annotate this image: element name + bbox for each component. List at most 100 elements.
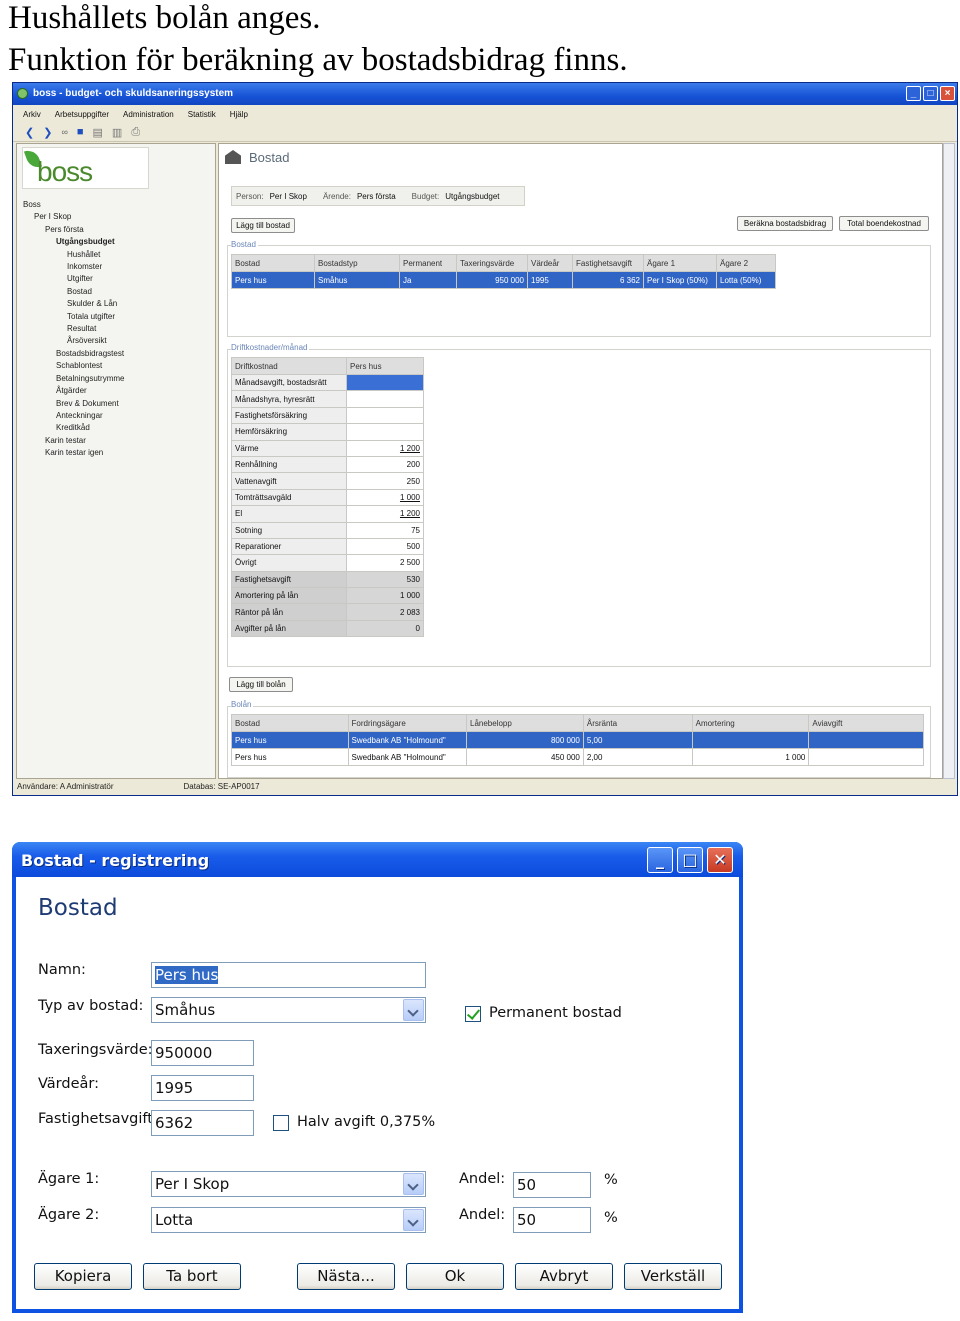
loan-column-header[interactable]: Årsränta [582, 714, 693, 732]
tax-value-field[interactable]: 950000 [151, 1040, 254, 1066]
tree-item[interactable]: Åtgärder [23, 385, 124, 397]
housing-type-select[interactable]: Småhus [151, 997, 426, 1023]
property-fee-field[interactable]: 6362 [151, 1110, 254, 1136]
glasses-icon[interactable]: ∞ [61, 127, 67, 137]
name-field[interactable]: Pers hus [151, 962, 426, 988]
tree-item[interactable]: Brev & Dokument [23, 398, 124, 410]
print-icon[interactable]: ▤ [93, 126, 103, 139]
cost-value[interactable]: 250 [346, 472, 424, 490]
next-button[interactable]: Nästa... [297, 1263, 395, 1290]
back-arrow-icon[interactable]: ❮ [25, 126, 34, 139]
forward-arrow-icon[interactable]: ❯ [43, 126, 52, 139]
loan-column-header[interactable]: Fordringsägare [347, 714, 468, 732]
permanent-checkbox[interactable] [465, 1006, 481, 1022]
tree-item[interactable]: Anteckningar [23, 410, 124, 422]
cost-value[interactable]: 2 083 [346, 603, 424, 621]
minimize-icon[interactable]: _ [906, 86, 921, 101]
tree-item[interactable]: Betalningsutrymme [23, 373, 124, 385]
tree-item[interactable]: Utgångsbudget [23, 236, 124, 248]
housing-column-header[interactable]: Permanent [399, 254, 457, 272]
maximize-icon[interactable]: □ [923, 86, 938, 101]
cost-value[interactable]: 0 [346, 619, 424, 638]
cost-value[interactable] [346, 390, 424, 408]
printer-icon[interactable]: ⎙ [131, 126, 140, 139]
cost-value[interactable]: 75 [346, 521, 424, 539]
cost-value[interactable]: 1 200 [346, 505, 424, 523]
tree-item[interactable]: Boss [23, 199, 124, 211]
tree-item[interactable]: Karin testar igen [23, 447, 124, 459]
cost-value[interactable]: 1 200 [346, 439, 424, 457]
cost-value[interactable]: 200 [346, 455, 424, 474]
housing-column-header[interactable]: Värdeår [527, 254, 573, 272]
tree-item[interactable]: Totala utgifter [23, 311, 124, 323]
loan-column-header[interactable]: Amortering [691, 714, 810, 732]
housing-row[interactable]: Pers hus Småhus Ja 950 000 1995 6 362 Per I Sk… [231, 271, 776, 289]
menu-statistik[interactable]: Statistik [188, 110, 216, 119]
chevron-down-icon[interactable] [403, 1173, 424, 1195]
total-cost-button[interactable]: Total boendekostnad [839, 216, 929, 231]
loan-cell: 800 000 [466, 731, 584, 749]
apply-button[interactable]: Verkställ [624, 1263, 722, 1290]
tree-item[interactable]: Årsöversikt [23, 335, 124, 347]
menu-administration[interactable]: Administration [123, 110, 174, 119]
copy-button[interactable]: Kopiera [34, 1263, 132, 1290]
vertical-scrollbar[interactable] [943, 143, 955, 779]
menu-arkiv[interactable]: Arkiv [23, 110, 41, 119]
loan-column-header[interactable]: Aviavgift [808, 714, 924, 732]
cost-value[interactable] [346, 423, 424, 441]
owner1-select[interactable]: Per I Skop [151, 1171, 426, 1197]
owner2-select[interactable]: Lotta [151, 1207, 426, 1233]
tree-item[interactable]: Pers första [23, 224, 124, 236]
tree-item[interactable]: Skulder & Lån [23, 298, 124, 310]
loan-column-header[interactable]: Lånebelopp [466, 714, 584, 732]
cost-value[interactable]: 2 500 [346, 554, 424, 572]
dialog-minimize-icon[interactable]: _ [647, 847, 673, 873]
share2-field[interactable]: 50 [513, 1207, 591, 1233]
tree-item[interactable]: Utgifter [23, 273, 124, 285]
loan-row[interactable]: Pers hus Swedbank AB "Holmound" 800 000 5,0… [231, 731, 924, 749]
cost-value[interactable]: 1 000 [346, 587, 424, 605]
tree-item[interactable]: Bostadsbidragstest [23, 348, 124, 360]
tree-item[interactable]: Schablontest [23, 360, 124, 372]
chevron-down-icon[interactable] [403, 1209, 424, 1231]
copy-icon[interactable]: ▥ [112, 126, 122, 139]
tree-item[interactable]: Per I Skop [23, 211, 124, 223]
tree-item[interactable]: Kreditkåd [23, 422, 124, 434]
tree-item[interactable]: Inkomster [23, 261, 124, 273]
loan-column-header[interactable]: Bostad [231, 714, 349, 732]
dialog-maximize-icon[interactable]: □ [677, 847, 703, 873]
save-icon[interactable]: ■ [77, 126, 84, 138]
tree-item[interactable]: Bostad [23, 286, 124, 298]
cost-value[interactable] [346, 406, 424, 425]
costs-column-header: Driftkostnad [231, 357, 347, 375]
housing-column-header[interactable]: Fastighetsavgift [572, 254, 644, 272]
dialog-close-icon[interactable]: ✕ [707, 847, 733, 873]
housing-column-header[interactable]: Bostad [231, 254, 315, 272]
value-year-field[interactable]: 1995 [151, 1075, 254, 1101]
tree-item[interactable]: Hushållet [23, 249, 124, 261]
housing-column-header[interactable]: Bostadstyp [314, 254, 400, 272]
housing-column-header[interactable]: Ägare 2 [716, 254, 776, 272]
chevron-down-icon[interactable] [403, 999, 424, 1021]
housing-column-header[interactable]: Taxeringsvärde [456, 254, 528, 272]
cost-value[interactable]: 1 000 [346, 488, 424, 507]
close-icon[interactable]: × [940, 86, 955, 101]
add-loan-button[interactable]: Lägg till bolån [229, 677, 293, 692]
share1-field[interactable]: 50 [513, 1172, 591, 1198]
cost-value[interactable]: 530 [346, 570, 424, 589]
tree-item[interactable]: Resultat [23, 323, 124, 335]
menu-arbetsuppgifter[interactable]: Arbetsuppgifter [55, 110, 109, 119]
cost-value[interactable]: 500 [346, 537, 424, 556]
cost-label: Värme [231, 439, 347, 457]
cost-value[interactable] [346, 373, 424, 392]
menu-hjalp[interactable]: Hjälp [230, 110, 248, 119]
half-fee-checkbox[interactable] [273, 1115, 289, 1131]
delete-button[interactable]: Ta bort [143, 1263, 241, 1290]
housing-column-header[interactable]: Ägare 1 [643, 254, 717, 272]
cancel-button[interactable]: Avbryt [515, 1263, 613, 1290]
loan-row[interactable]: Pers hus Swedbank AB "Holmound" 450 000 2,0… [231, 748, 924, 766]
tree-item[interactable]: Karin testar [23, 435, 124, 447]
add-housing-button[interactable]: Lägg till bostad [231, 218, 295, 233]
calculate-bidrag-button[interactable]: Beräkna bostadsbidrag [737, 216, 833, 231]
ok-button[interactable]: Ok [406, 1263, 504, 1290]
